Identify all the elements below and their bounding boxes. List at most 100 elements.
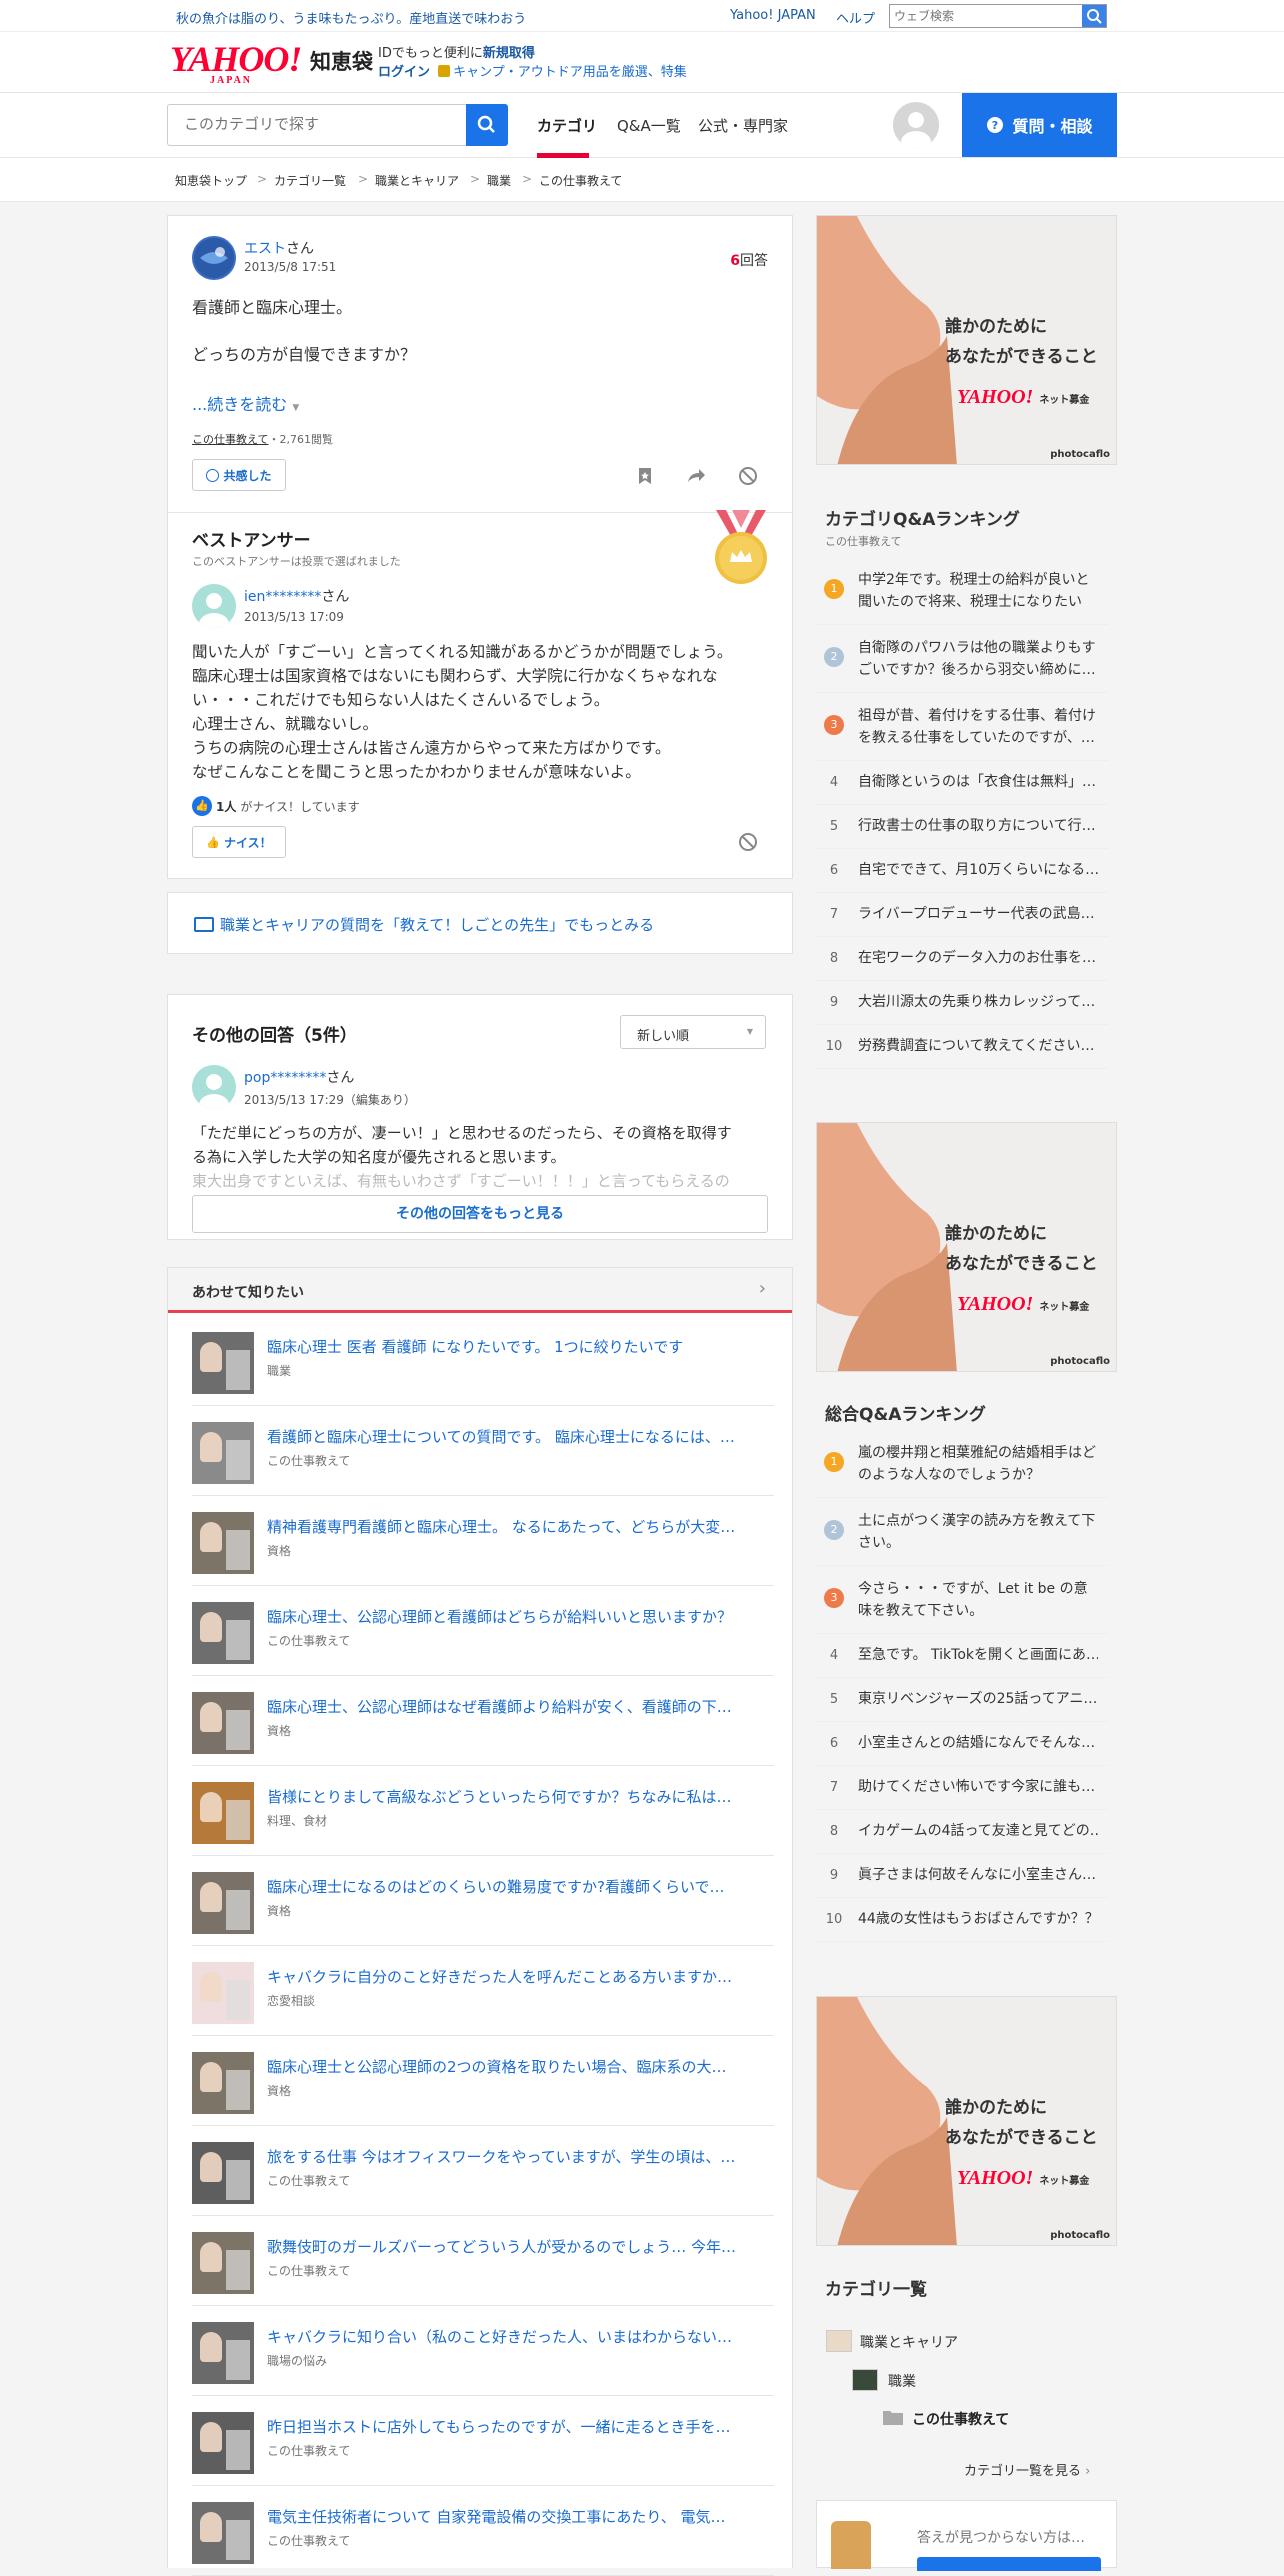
related-title[interactable]: 皆様にとりまして高級なぶどうといったら何ですか？ちなみに私は…	[267, 1786, 772, 1807]
ranking-title[interactable]: 至急です。 TikTokを開くと画面にあ…	[858, 1644, 1098, 1666]
related-item[interactable]: 電気主任技術者について 自家発電設備の交換工事にあたり、 電気… この仕事教えて	[192, 2486, 774, 2576]
breadcrumb-categories[interactable]: カテゴリ一覧	[274, 172, 346, 189]
ranking-item[interactable]: 1 嵐の櫻井翔と相葉雅紀の結婚相手はどのような人なのでしょうか？	[816, 1430, 1108, 1498]
login-link[interactable]: ログイン	[378, 65, 430, 80]
ranking-title[interactable]: 行政書士の仕事の取り方について行…	[858, 815, 1098, 837]
related-title[interactable]: 臨床心理士と公認心理師の2つの資格を取りたい場合、臨床系の大…	[267, 2056, 772, 2077]
ranking-item[interactable]: 2 自衛隊のパワハラは他の職業よりもすごいですか？後ろから羽交い締めに…	[816, 625, 1108, 693]
related-title[interactable]: 看護師と臨床心理士についての質問です。 臨床心理士になるには、…	[267, 1426, 772, 1447]
related-item[interactable]: 臨床心理士、公認心理師はなぜ看護師より給料が安く、看護師の下… 資格	[192, 1676, 774, 1766]
related-title[interactable]: キャバクラに知り合い（私のこと好きだった人、いまはわからない…	[267, 2326, 772, 2347]
related-header[interactable]: あわせて知りたい ›	[168, 1268, 792, 1313]
ranking-title[interactable]: 東京リベンジャーズの25話ってアニ…	[858, 1688, 1098, 1710]
ranking-item[interactable]: 6 小室圭さんとの結婚になんでそんな…	[816, 1722, 1108, 1766]
ranking-title[interactable]: イカゲームの4話って友達と見てどの…	[858, 1820, 1098, 1842]
ranking-item[interactable]: 1 中学2年です。税理士の給料が良いと聞いたので将来、税理士になりたいの…	[816, 557, 1108, 625]
ranking-title[interactable]: 祖母が昔、着付けをする仕事、着付けを教える仕事をしていたのですが、…	[858, 705, 1098, 749]
ranking-item[interactable]: 7 助けてください怖いです今家に誰も…	[816, 1766, 1108, 1810]
related-item[interactable]: 臨床心理士と公認心理師の2つの資格を取りたい場合、臨床系の大… 資格	[192, 2036, 774, 2126]
user-avatar[interactable]	[893, 102, 939, 148]
ranking-item[interactable]: 10 44歳の女性はもうおばさんですか？？…	[816, 1898, 1108, 1942]
ranking-title[interactable]: 在宅ワークのデータ入力のお仕事を…	[858, 947, 1098, 969]
ranking-title[interactable]: 自宅でできて、月10万くらいになる…	[858, 859, 1098, 881]
ranking-item[interactable]: 3 今さら・・・ですが、Let it be の意味を教えて下さい。	[816, 1566, 1108, 1634]
ranking-title[interactable]: 土に点がつく漢字の読み方を教えて下さい。	[858, 1510, 1098, 1554]
ranking-item[interactable]: 5 行政書士の仕事の取り方について行…	[816, 805, 1108, 849]
share-icon[interactable]	[685, 465, 707, 487]
bookmark-icon[interactable]	[634, 465, 656, 487]
related-title[interactable]: 臨床心理士になるのはどのくらいの難易度ですか?看護師くらいで…	[267, 1876, 772, 1897]
teacher-link-card[interactable]: 職業とキャリアの質問を「教えて！しごとの先生」でもっとみる	[167, 892, 793, 954]
yahoo-japan-link[interactable]: Yahoo! JAPAN	[730, 8, 816, 23]
questioner-avatar[interactable]	[192, 236, 236, 280]
ranking-item[interactable]: 10 労務費調査について教えてください…	[816, 1025, 1108, 1069]
related-item[interactable]: 臨床心理士、公認心理師と看護師はどちらが給料いいと思いますか？ この仕事教えて	[192, 1586, 774, 1676]
related-title[interactable]: キャバクラに自分のこと好きだった人を呼んだことある方いますか…	[267, 1966, 772, 1987]
related-title[interactable]: 臨床心理士、公認心理師はなぜ看護師より給料が安く、看護師の下…	[267, 1696, 772, 1717]
ranking-item[interactable]: 5 東京リベンジャーズの25話ってアニ…	[816, 1678, 1108, 1722]
ranking-title[interactable]: 小室圭さんとの結婚になんでそんな…	[858, 1732, 1098, 1754]
answerer-avatar[interactable]	[192, 1065, 236, 1109]
chiebukuro-logo[interactable]: 知恵袋	[310, 46, 373, 76]
related-item[interactable]: 臨床心理士になるのはどのくらいの難易度ですか?看護師くらいで… 資格	[192, 1856, 774, 1946]
ranking-title[interactable]: 自衛隊というのは「衣食住は無料」…	[858, 771, 1098, 793]
ranking-item[interactable]: 8 イカゲームの4話って友達と見てどの…	[816, 1810, 1108, 1854]
category-career-link[interactable]: 職業とキャリア	[860, 2332, 958, 2352]
ranking-title[interactable]: 嵐の櫻井翔と相葉雅紀の結婚相手はどのような人なのでしょうか？	[858, 1442, 1098, 1486]
ranking-title[interactable]: 眞子さまは何故そんなに小室圭さん…	[858, 1864, 1098, 1886]
answerer-avatar[interactable]	[192, 584, 236, 628]
related-item[interactable]: 皆様にとりまして高級なぶどうといったら何ですか？ちなみに私は… 料理、食材	[192, 1766, 774, 1856]
empathy-button[interactable]: 共感した	[192, 459, 286, 491]
related-title[interactable]: 精神看護専門看護師と臨床心理士。 なるにあたって、どちらが大変…	[267, 1516, 772, 1537]
ranking-item[interactable]: 9 大岩川源太の先乗り株カレッジって…	[816, 981, 1108, 1025]
ranking-title[interactable]: 今さら・・・ですが、Let it be の意味を教えて下さい。	[858, 1578, 1098, 1622]
breadcrumb-job[interactable]: 職業	[487, 172, 511, 189]
camp-promo-link[interactable]: キャンプ・アウトドア用品を厳選、特集	[453, 65, 687, 80]
ranking-title[interactable]: 大岩川源太の先乗り株カレッジって…	[858, 991, 1098, 1013]
related-title[interactable]: 電気主任技術者について 自家発電設備の交換工事にあたり、 電気…	[267, 2506, 772, 2527]
more-answers-button[interactable]: その他の回答をもっと見る	[192, 1195, 768, 1233]
related-item[interactable]: 歌舞伎町のガールズバーってどういう人が受かるのでしょう… 今年… この仕事教えて	[192, 2216, 774, 2306]
tab-qa-list[interactable]: Q&A一覧	[617, 115, 681, 136]
ranking-title[interactable]: 助けてください怖いです今家に誰も…	[858, 1776, 1098, 1798]
ranking-item[interactable]: 6 自宅でできて、月10万くらいになる…	[816, 849, 1108, 893]
web-search-button[interactable]	[1082, 5, 1106, 27]
ranking-item[interactable]: 2 土に点がつく漢字の読み方を教えて下さい。	[816, 1498, 1108, 1566]
ask-button[interactable]: ? 質問・相談	[962, 93, 1117, 157]
ranking-title[interactable]: 自衛隊のパワハラは他の職業よりもすごいですか？後ろから羽交い締めに…	[858, 637, 1098, 681]
yahoo-logo[interactable]: YAHOO! JAPAN	[170, 41, 302, 86]
ranking-item[interactable]: 4 自衛隊というのは「衣食住は無料」…	[816, 761, 1108, 805]
related-item[interactable]: キャバクラに知り合い（私のこと好きだった人、いまはわからない… 職場の悩み	[192, 2306, 774, 2396]
category-search-button[interactable]	[466, 104, 508, 146]
related-item[interactable]: 昨日担当ホストに店外してもらったのですが、一緒に走るとき手を… この仕事教えて	[192, 2396, 774, 2486]
block-icon[interactable]	[737, 831, 759, 853]
breadcrumb-top[interactable]: 知恵袋トップ	[175, 172, 247, 189]
ad-banner[interactable]: 誰かのために あなたができること YAHOO! ネット募金 photocaflo	[816, 215, 1117, 465]
ad-banner[interactable]: 誰かのために あなたができること YAHOO! ネット募金 photocaflo	[816, 1996, 1117, 2246]
tab-official[interactable]: 公式・専門家	[698, 115, 788, 136]
ranking-title[interactable]: 労務費調査について教えてください…	[858, 1035, 1098, 1057]
related-item[interactable]: 臨床心理士 医者 看護師 になりたいです。 1つに絞りたいです 職業	[192, 1316, 774, 1406]
best-answerer-name[interactable]: ien********さん	[244, 586, 349, 606]
ask-prompt-button[interactable]	[917, 2557, 1101, 2571]
related-item[interactable]: 精神看護専門看護師と臨床心理士。 なるにあたって、どちらが大変… 資格	[192, 1496, 774, 1586]
related-item[interactable]: 看護師と臨床心理士についての質問です。 臨床心理士になるには、… この仕事教えて	[192, 1406, 774, 1496]
related-title[interactable]: 旅をする仕事 今はオフィスワークをやっていますが、学生の頃は、…	[267, 2146, 772, 2167]
related-title[interactable]: 歌舞伎町のガールズバーってどういう人が受かるのでしょう… 今年…	[267, 2236, 772, 2257]
ranking-item[interactable]: 9 眞子さまは何故そんなに小室圭さん…	[816, 1854, 1108, 1898]
signup-link[interactable]: 新規取得	[483, 46, 535, 61]
see-all-categories-link[interactable]: カテゴリ一覧を見る ›	[964, 2460, 1090, 2479]
category-job-link[interactable]: 職業	[888, 2371, 916, 2391]
related-title[interactable]: 昨日担当ホストに店外してもらったのですが、一緒に走るとき手を…	[267, 2416, 772, 2437]
help-link[interactable]: ヘルプ	[836, 8, 875, 27]
teacher-link[interactable]: 職業とキャリアの質問を「教えて！しごとの先生」でもっとみる	[220, 914, 654, 935]
ranking-item[interactable]: 4 至急です。 TikTokを開くと画面にあ…	[816, 1634, 1108, 1678]
web-search-input[interactable]	[890, 5, 1082, 27]
ranking-title[interactable]: 中学2年です。税理士の給料が良いと聞いたので将来、税理士になりたいの…	[858, 569, 1098, 613]
read-more-link[interactable]: ...続きを読む ▼	[192, 391, 299, 415]
ranking-item[interactable]: 8 在宅ワークのデータ入力のお仕事を…	[816, 937, 1108, 981]
answerer-name[interactable]: pop********さん	[244, 1067, 354, 1087]
related-title[interactable]: 臨床心理士、公認心理師と看護師はどちらが給料いいと思いますか？	[267, 1606, 772, 1627]
ranking-title[interactable]: 44歳の女性はもうおばさんですか？？…	[858, 1908, 1098, 1930]
questioner-name[interactable]: エストさん	[244, 238, 314, 258]
